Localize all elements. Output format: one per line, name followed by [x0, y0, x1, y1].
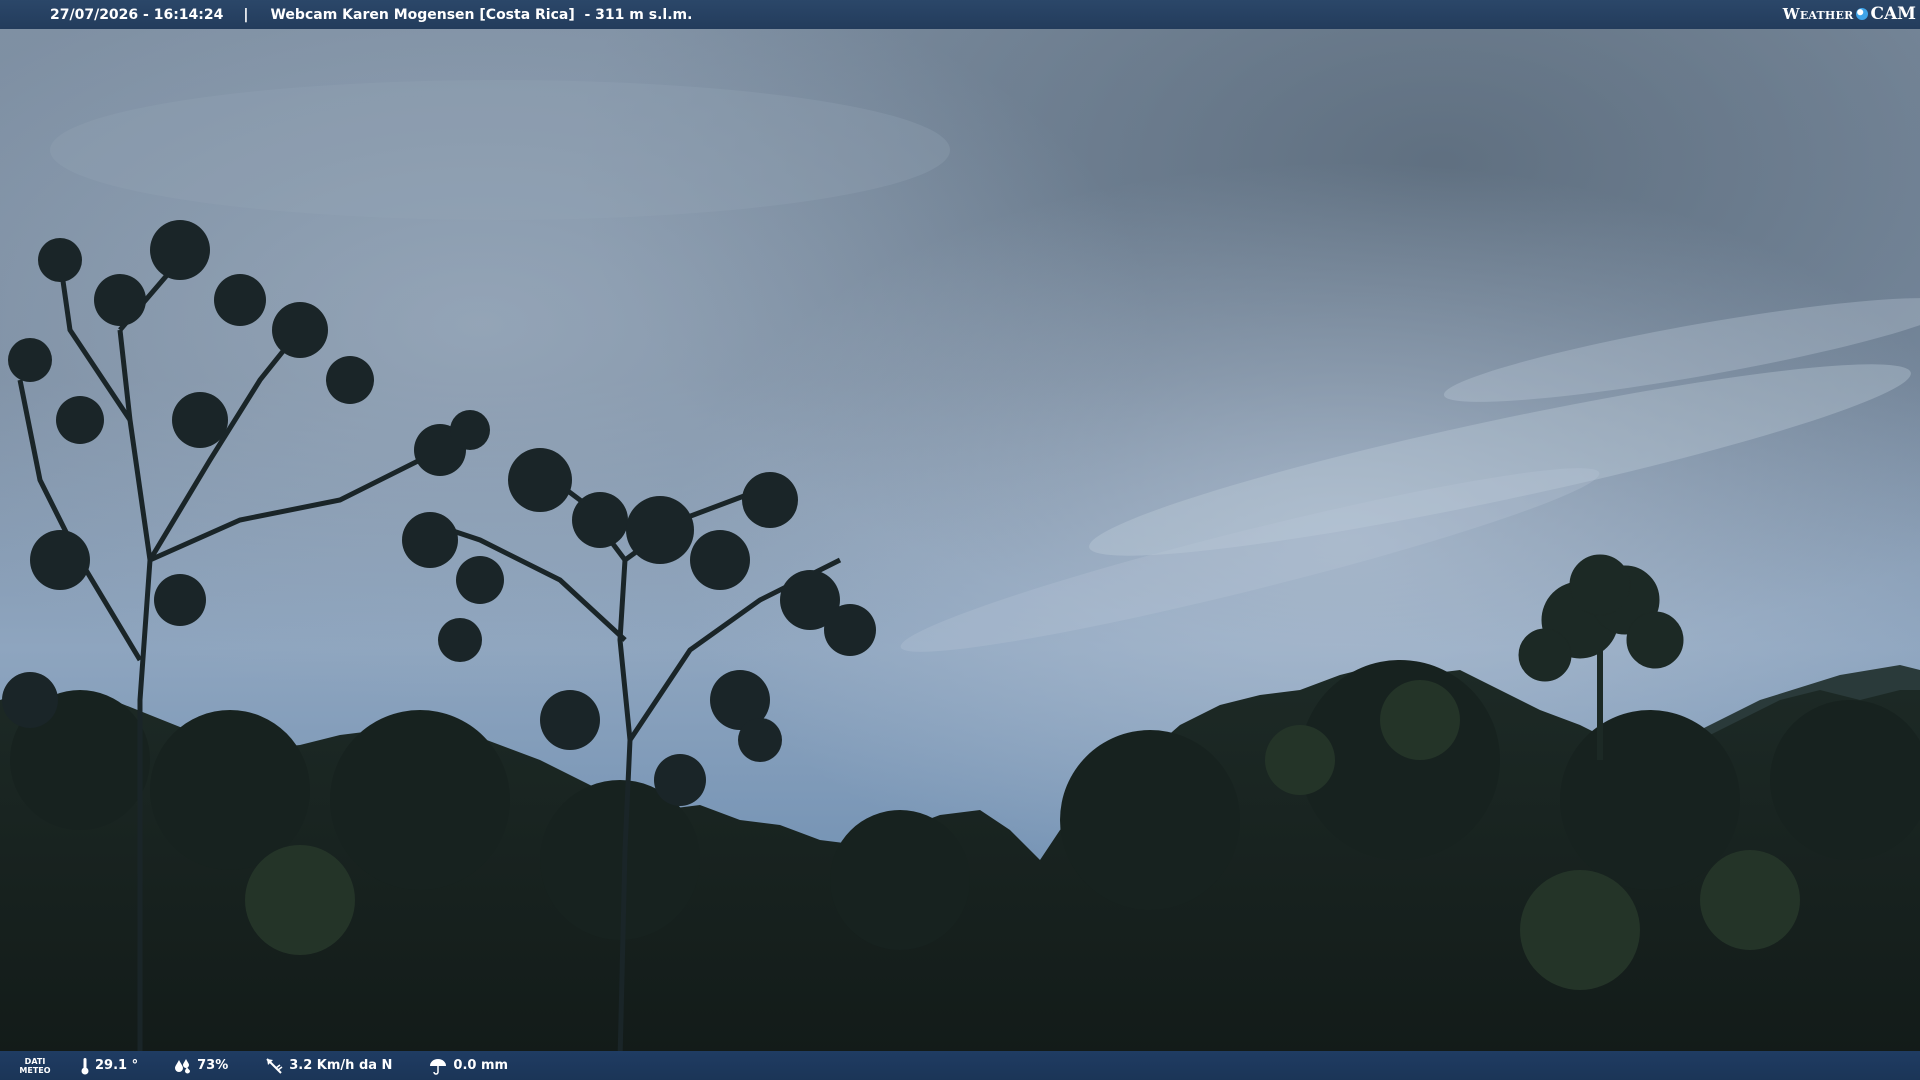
humidity-drops-icon: [175, 1058, 191, 1073]
humidity-value: 73%: [197, 1058, 229, 1073]
wind-value: 3.2 Km/h da N: [289, 1058, 393, 1073]
timestamp: 27/07/2026 - 16:14:24: [50, 6, 224, 23]
dati-meteo-label: DATI METEO: [0, 1057, 70, 1075]
rain-value: 0.0 mm: [453, 1058, 509, 1073]
logo-weather-text: Weather: [1782, 5, 1854, 23]
top-overlay-bar: 27/07/2026 - 16:14:24 | Webcam Karen Mog…: [0, 0, 1920, 29]
logo-globe-icon: [1856, 8, 1869, 20]
cloud-streak: [50, 80, 950, 220]
dati-label-line2: METEO: [19, 1065, 51, 1075]
logo-cam-text: CAM: [1870, 4, 1916, 24]
wind-vane-icon: [266, 1057, 283, 1074]
rain-readout: 0.0 mm: [428, 1057, 508, 1075]
webcam-image: [0, 0, 1920, 1080]
weathercam-logo: Weather CAM: [1783, 3, 1916, 25]
temperature-readout: 29.1 °: [80, 1057, 138, 1075]
dati-label-line1: DATI: [24, 1056, 46, 1066]
separator: |: [243, 6, 249, 23]
location-label: Webcam Karen Mogensen [Costa Rica] - 311…: [270, 6, 693, 23]
thermometer-icon: [81, 1057, 89, 1074]
wind-readout: 3.2 Km/h da N: [264, 1057, 392, 1075]
bottom-weather-bar: DATI METEO 29.1 ° 73% 3.2 Km/h da N 0.0 …: [0, 1051, 1920, 1080]
humidity-readout: 73%: [174, 1058, 228, 1074]
umbrella-icon: [430, 1058, 447, 1075]
temperature-value: 29.1 °: [95, 1058, 139, 1073]
webcam-frame: 27/07/2026 - 16:14:24 | Webcam Karen Mog…: [0, 0, 1920, 1080]
